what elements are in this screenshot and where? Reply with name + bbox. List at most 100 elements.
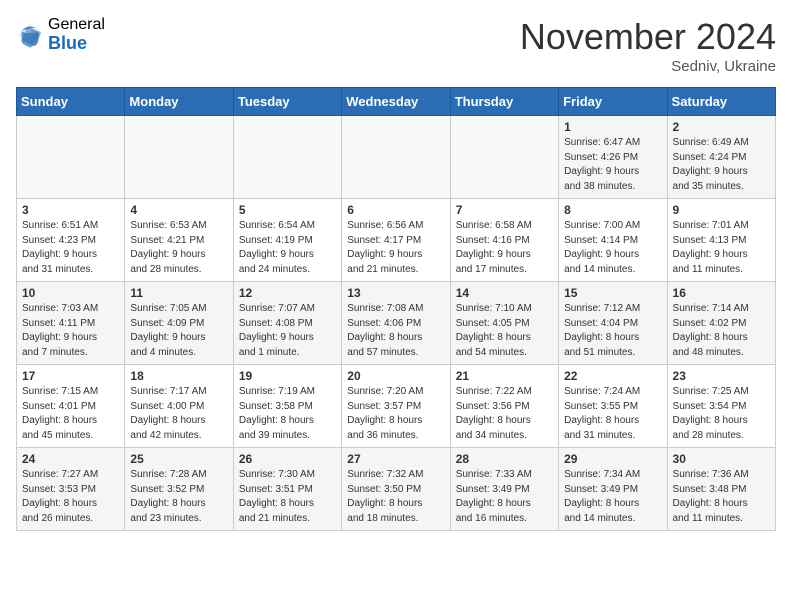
day-cell: 8 Sunrise: 7:00 AM Sunset: 4:14 PM Daylig… xyxy=(559,199,667,282)
day-info: Sunrise: 7:22 AM Sunset: 3:56 PM Dayligh… xyxy=(456,385,553,443)
logo-text: General Blue xyxy=(48,16,105,53)
page-header: General Blue November 2024 Sedniv, Ukrai… xyxy=(16,16,776,75)
day-info: Sunrise: 7:17 AM Sunset: 4:00 PM Dayligh… xyxy=(130,385,227,443)
week-row-1: 1 Sunrise: 6:47 AM Sunset: 4:26 PM Daylig… xyxy=(17,116,776,199)
day-info: Sunrise: 7:01 AM Sunset: 4:13 PM Dayligh… xyxy=(673,219,770,277)
day-number: 13 xyxy=(347,286,444,300)
day-info: Sunrise: 7:10 AM Sunset: 4:05 PM Dayligh… xyxy=(456,302,553,360)
day-cell: 5 Sunrise: 6:54 AM Sunset: 4:19 PM Daylig… xyxy=(233,199,341,282)
day-info: Sunrise: 7:05 AM Sunset: 4:09 PM Dayligh… xyxy=(130,302,227,360)
day-cell: 26Sunrise: 7:30 AM Sunset: 3:51 PM Dayli… xyxy=(233,448,341,531)
day-info: Sunrise: 6:58 AM Sunset: 4:16 PM Dayligh… xyxy=(456,219,553,277)
day-number: 20 xyxy=(347,369,444,383)
day-cell: 27Sunrise: 7:32 AM Sunset: 3:50 PM Dayli… xyxy=(342,448,450,531)
logo-general: General xyxy=(48,16,105,34)
header-cell-tuesday: Tuesday xyxy=(233,88,341,116)
day-number: 25 xyxy=(130,452,227,466)
day-cell: 22Sunrise: 7:24 AM Sunset: 3:55 PM Dayli… xyxy=(559,365,667,448)
day-number: 6 xyxy=(347,203,444,217)
day-number: 12 xyxy=(239,286,336,300)
day-info: Sunrise: 7:33 AM Sunset: 3:49 PM Dayligh… xyxy=(456,468,553,526)
day-cell: 29 Sunrise: 7:34 AM Sunset: 3:49 PM Dayli… xyxy=(559,448,667,531)
day-cell: 28Sunrise: 7:33 AM Sunset: 3:49 PM Dayli… xyxy=(450,448,558,531)
day-number: 1 xyxy=(564,120,661,134)
day-info: Sunrise: 6:49 AM Sunset: 4:24 PM Dayligh… xyxy=(673,136,770,194)
day-cell xyxy=(450,116,558,199)
month-title: November 2024 xyxy=(520,16,776,58)
day-info: Sunrise: 7:19 AM Sunset: 3:58 PM Dayligh… xyxy=(239,385,336,443)
week-row-3: 10 Sunrise: 7:03 AM Sunset: 4:11 PM Dayli… xyxy=(17,282,776,365)
logo-blue: Blue xyxy=(48,34,105,54)
logo: General Blue xyxy=(16,16,105,53)
day-number: 18 xyxy=(130,369,227,383)
logo-icon xyxy=(16,21,44,49)
day-cell: 25 Sunrise: 7:28 AM Sunset: 3:52 PM Dayli… xyxy=(125,448,233,531)
header-cell-monday: Monday xyxy=(125,88,233,116)
day-cell: 3 Sunrise: 6:51 AM Sunset: 4:23 PM Daylig… xyxy=(17,199,125,282)
day-info: Sunrise: 7:34 AM Sunset: 3:49 PM Dayligh… xyxy=(564,468,661,526)
day-cell: 9 Sunrise: 7:01 AM Sunset: 4:13 PM Daylig… xyxy=(667,199,775,282)
day-number: 2 xyxy=(673,120,770,134)
day-cell: 21 Sunrise: 7:22 AM Sunset: 3:56 PM Dayli… xyxy=(450,365,558,448)
day-cell: 11 Sunrise: 7:05 AM Sunset: 4:09 PM Dayli… xyxy=(125,282,233,365)
day-cell: 30 Sunrise: 7:36 AM Sunset: 3:48 PM Dayli… xyxy=(667,448,775,531)
day-info: Sunrise: 7:08 AM Sunset: 4:06 PM Dayligh… xyxy=(347,302,444,360)
day-number: 3 xyxy=(22,203,119,217)
day-cell: 10 Sunrise: 7:03 AM Sunset: 4:11 PM Dayli… xyxy=(17,282,125,365)
location: Sedniv, Ukraine xyxy=(520,58,776,75)
day-cell xyxy=(17,116,125,199)
day-number: 10 xyxy=(22,286,119,300)
week-row-2: 3 Sunrise: 6:51 AM Sunset: 4:23 PM Daylig… xyxy=(17,199,776,282)
day-cell: 13 Sunrise: 7:08 AM Sunset: 4:06 PM Dayli… xyxy=(342,282,450,365)
day-info: Sunrise: 7:30 AM Sunset: 3:51 PM Dayligh… xyxy=(239,468,336,526)
day-number: 5 xyxy=(239,203,336,217)
day-number: 23 xyxy=(673,369,770,383)
day-info: Sunrise: 6:54 AM Sunset: 4:19 PM Dayligh… xyxy=(239,219,336,277)
header-row: SundayMondayTuesdayWednesdayThursdayFrid… xyxy=(17,88,776,116)
day-cell xyxy=(125,116,233,199)
day-info: Sunrise: 6:56 AM Sunset: 4:17 PM Dayligh… xyxy=(347,219,444,277)
header-cell-friday: Friday xyxy=(559,88,667,116)
day-number: 19 xyxy=(239,369,336,383)
day-number: 4 xyxy=(130,203,227,217)
day-cell: 4 Sunrise: 6:53 AM Sunset: 4:21 PM Daylig… xyxy=(125,199,233,282)
day-info: Sunrise: 7:36 AM Sunset: 3:48 PM Dayligh… xyxy=(673,468,770,526)
day-info: Sunrise: 6:53 AM Sunset: 4:21 PM Dayligh… xyxy=(130,219,227,277)
day-number: 16 xyxy=(673,286,770,300)
day-number: 17 xyxy=(22,369,119,383)
day-cell xyxy=(342,116,450,199)
day-number: 30 xyxy=(673,452,770,466)
day-number: 21 xyxy=(456,369,553,383)
header-cell-saturday: Saturday xyxy=(667,88,775,116)
day-info: Sunrise: 7:07 AM Sunset: 4:08 PM Dayligh… xyxy=(239,302,336,360)
calendar-header: SundayMondayTuesdayWednesdayThursdayFrid… xyxy=(17,88,776,116)
day-number: 8 xyxy=(564,203,661,217)
day-number: 9 xyxy=(673,203,770,217)
day-cell: 16Sunrise: 7:14 AM Sunset: 4:02 PM Dayli… xyxy=(667,282,775,365)
day-info: Sunrise: 7:03 AM Sunset: 4:11 PM Dayligh… xyxy=(22,302,119,360)
day-info: Sunrise: 7:00 AM Sunset: 4:14 PM Dayligh… xyxy=(564,219,661,277)
calendar-body: 1 Sunrise: 6:47 AM Sunset: 4:26 PM Daylig… xyxy=(17,116,776,531)
day-cell: 23Sunrise: 7:25 AM Sunset: 3:54 PM Dayli… xyxy=(667,365,775,448)
day-cell: 19 Sunrise: 7:19 AM Sunset: 3:58 PM Dayli… xyxy=(233,365,341,448)
week-row-4: 17 Sunrise: 7:15 AM Sunset: 4:01 PM Dayli… xyxy=(17,365,776,448)
day-cell: 17 Sunrise: 7:15 AM Sunset: 4:01 PM Dayli… xyxy=(17,365,125,448)
day-cell: 20 Sunrise: 7:20 AM Sunset: 3:57 PM Dayli… xyxy=(342,365,450,448)
day-info: Sunrise: 7:15 AM Sunset: 4:01 PM Dayligh… xyxy=(22,385,119,443)
day-cell: 1 Sunrise: 6:47 AM Sunset: 4:26 PM Daylig… xyxy=(559,116,667,199)
day-info: Sunrise: 7:24 AM Sunset: 3:55 PM Dayligh… xyxy=(564,385,661,443)
day-info: Sunrise: 6:47 AM Sunset: 4:26 PM Dayligh… xyxy=(564,136,661,194)
day-number: 29 xyxy=(564,452,661,466)
header-cell-wednesday: Wednesday xyxy=(342,88,450,116)
day-cell: 12 Sunrise: 7:07 AM Sunset: 4:08 PM Dayli… xyxy=(233,282,341,365)
week-row-5: 24Sunrise: 7:27 AM Sunset: 3:53 PM Dayli… xyxy=(17,448,776,531)
day-info: Sunrise: 7:20 AM Sunset: 3:57 PM Dayligh… xyxy=(347,385,444,443)
day-number: 27 xyxy=(347,452,444,466)
day-cell: 2 Sunrise: 6:49 AM Sunset: 4:24 PM Daylig… xyxy=(667,116,775,199)
day-cell: 15Sunrise: 7:12 AM Sunset: 4:04 PM Dayli… xyxy=(559,282,667,365)
day-number: 11 xyxy=(130,286,227,300)
day-cell: 24Sunrise: 7:27 AM Sunset: 3:53 PM Dayli… xyxy=(17,448,125,531)
day-info: Sunrise: 7:27 AM Sunset: 3:53 PM Dayligh… xyxy=(22,468,119,526)
day-info: Sunrise: 7:28 AM Sunset: 3:52 PM Dayligh… xyxy=(130,468,227,526)
day-info: Sunrise: 6:51 AM Sunset: 4:23 PM Dayligh… xyxy=(22,219,119,277)
